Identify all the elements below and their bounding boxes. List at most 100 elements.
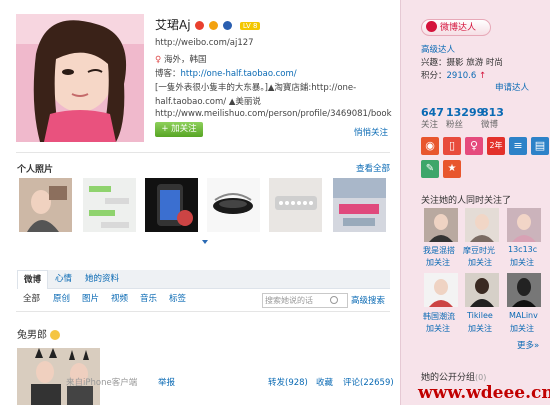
also-follow-title: 关注她的人同时关注了 [421, 196, 512, 206]
apply-talent-link[interactable]: 申请达人 [495, 81, 529, 93]
level-badge[interactable]: LV 8 [239, 21, 261, 30]
main-column: 艾珺Aj LV 8 http://weibo.com/aj127 ♀ 海外，韩国… [0, 0, 400, 405]
follow-add-link[interactable]: 加关注 [426, 257, 450, 268]
points-label: 积分： [421, 71, 447, 81]
photo-thumb[interactable] [145, 178, 198, 232]
doc-icon[interactable]: ≡ [509, 137, 527, 155]
forward-link[interactable]: 转发(928) [268, 376, 308, 388]
tab-weibo[interactable]: 微博 [17, 270, 49, 289]
blog-link[interactable]: http://one-half.taobao.com/ [181, 69, 297, 79]
follow-add-link[interactable]: 加关注 [510, 323, 534, 334]
location-text: 海外，韩国 [163, 55, 207, 65]
follow-add-link[interactable]: 加关注 [426, 323, 450, 334]
vip-icon[interactable] [223, 21, 233, 30]
photo-thumb[interactable] [207, 178, 260, 232]
talent-icon [426, 21, 437, 32]
points-value: 2910.6 [446, 71, 477, 81]
divider [16, 311, 390, 312]
medal-small-icon[interactable]: ★ [443, 160, 461, 178]
photo-thumb[interactable] [333, 178, 386, 232]
filter-original[interactable]: 原创 [53, 292, 70, 304]
expand-photos-icon[interactable] [202, 240, 208, 244]
filter-video[interactable]: 视频 [111, 292, 128, 304]
public-group-count: (0) [475, 373, 487, 382]
follow-name[interactable]: 韩国潮流 [423, 311, 455, 322]
advanced-search-link[interactable]: 高级搜索 [351, 294, 385, 306]
post-text-content: 兔男郎 [17, 330, 47, 341]
filter-all[interactable]: 全部 [23, 292, 40, 304]
follow-name[interactable]: MALinv [509, 311, 538, 320]
avatar-image [16, 14, 144, 142]
follow-add-link[interactable]: 加关注 [468, 323, 492, 334]
follow-avatar[interactable] [424, 208, 458, 242]
profile-name-row: 艾珺Aj LV 8 [155, 16, 261, 33]
photo-image [333, 178, 386, 232]
avatar-image [424, 273, 458, 307]
arrow-up-icon: ↑ [476, 71, 487, 81]
follow-avatar[interactable] [424, 273, 458, 307]
weibo-label: 微博 [481, 120, 499, 130]
gender-icon[interactable]: ♀ [465, 137, 483, 155]
bio-line-2: half.taobao.com/ ▲美丽说 [155, 97, 261, 107]
camera-icon[interactable]: ◉ [421, 137, 439, 155]
followers-label: 粉丝 [446, 120, 464, 130]
public-group-title: 她的公开分组(0) [421, 370, 486, 383]
avatar-image [465, 208, 499, 242]
follow-add-link[interactable]: 加关注 [510, 257, 534, 268]
follow-name[interactable]: 13c13c [508, 245, 537, 254]
report-link[interactable]: 举报 [158, 376, 175, 388]
divider [16, 152, 390, 153]
talent-sub-link[interactable]: 高级达人 [421, 43, 455, 55]
follow-add-link[interactable]: 加关注 [468, 257, 492, 268]
follow-avatar[interactable] [507, 208, 541, 242]
post-source: 来自iPhone客户端 [66, 378, 138, 388]
book-icon[interactable]: ▤ [531, 137, 549, 155]
years-badge-icon[interactable]: 2年 [487, 137, 505, 155]
avatar-image [465, 273, 499, 307]
medal-icon[interactable] [195, 21, 205, 30]
bio-line-3[interactable]: http://www.meilishuo.com/person/profile/… [155, 109, 392, 119]
photo-thumb[interactable] [269, 178, 322, 232]
comment-link[interactable]: 评论(22659) [343, 376, 394, 388]
collect-link[interactable]: 收藏 [316, 376, 333, 388]
follow-avatar[interactable] [465, 273, 499, 307]
public-group-label: 她的公开分组 [421, 373, 476, 383]
watermark: www.wdeee.cn [418, 383, 550, 403]
follow-name[interactable]: Tikilee [467, 311, 493, 320]
mobile-icon[interactable]: ▯ [443, 137, 461, 155]
emoji-icon [50, 330, 61, 340]
avatar[interactable] [16, 14, 144, 142]
avatar-image [507, 273, 541, 307]
photo-thumb[interactable] [83, 178, 136, 232]
follow-avatar[interactable] [507, 273, 541, 307]
filter-tags[interactable]: 标签 [169, 292, 186, 304]
blog-label: 博客： [155, 69, 181, 79]
talent-badge[interactable]: 微博达人 [421, 19, 491, 36]
tab-profile-info[interactable]: 她的资料 [85, 270, 119, 288]
avatar-image [424, 208, 458, 242]
following-label: 关注 [421, 120, 439, 130]
tab-mood[interactable]: 心情 [55, 270, 72, 288]
chat-icon[interactable]: ✎ [421, 160, 439, 178]
profile-url[interactable]: http://weibo.com/aj127 [155, 38, 254, 48]
follow-name[interactable]: 摩豆时光 [463, 245, 495, 256]
photo-image [83, 178, 136, 232]
view-all-photos-link[interactable]: 查看全部 [356, 162, 390, 174]
more-link[interactable]: 更多» [517, 339, 539, 351]
follow-name[interactable]: 我是混搭 [423, 245, 455, 256]
person-icon: ♀ [155, 55, 162, 65]
follow-avatar[interactable] [465, 208, 499, 242]
photo-image [269, 178, 322, 232]
star-icon[interactable] [209, 21, 219, 30]
follow-button[interactable]: + 加关注 [155, 122, 203, 137]
filter-music[interactable]: 音乐 [140, 292, 157, 304]
profile-name: 艾珺Aj [155, 18, 191, 32]
filter-images[interactable]: 图片 [82, 292, 99, 304]
photo-thumb[interactable] [19, 178, 72, 232]
avatar-image [507, 208, 541, 242]
quiet-follow-link[interactable]: 悄悄关注 [354, 126, 388, 138]
search-icon[interactable] [330, 296, 338, 304]
points-row: 积分：2910.6 ↑ [421, 69, 486, 81]
post-text: 兔男郎 [17, 326, 61, 341]
photo-image [207, 178, 260, 232]
